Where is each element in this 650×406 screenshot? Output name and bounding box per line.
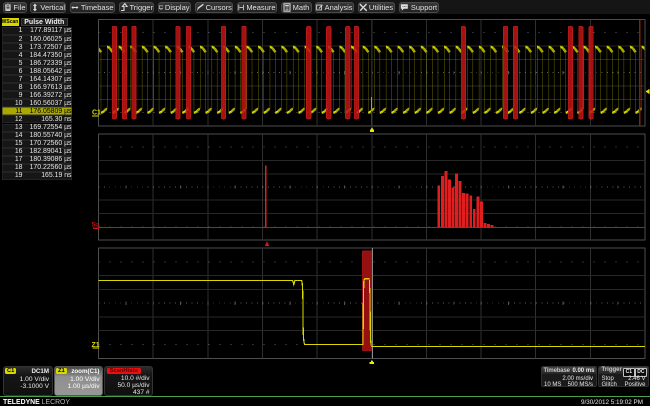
svg-text:Sa: Sa (92, 222, 100, 229)
